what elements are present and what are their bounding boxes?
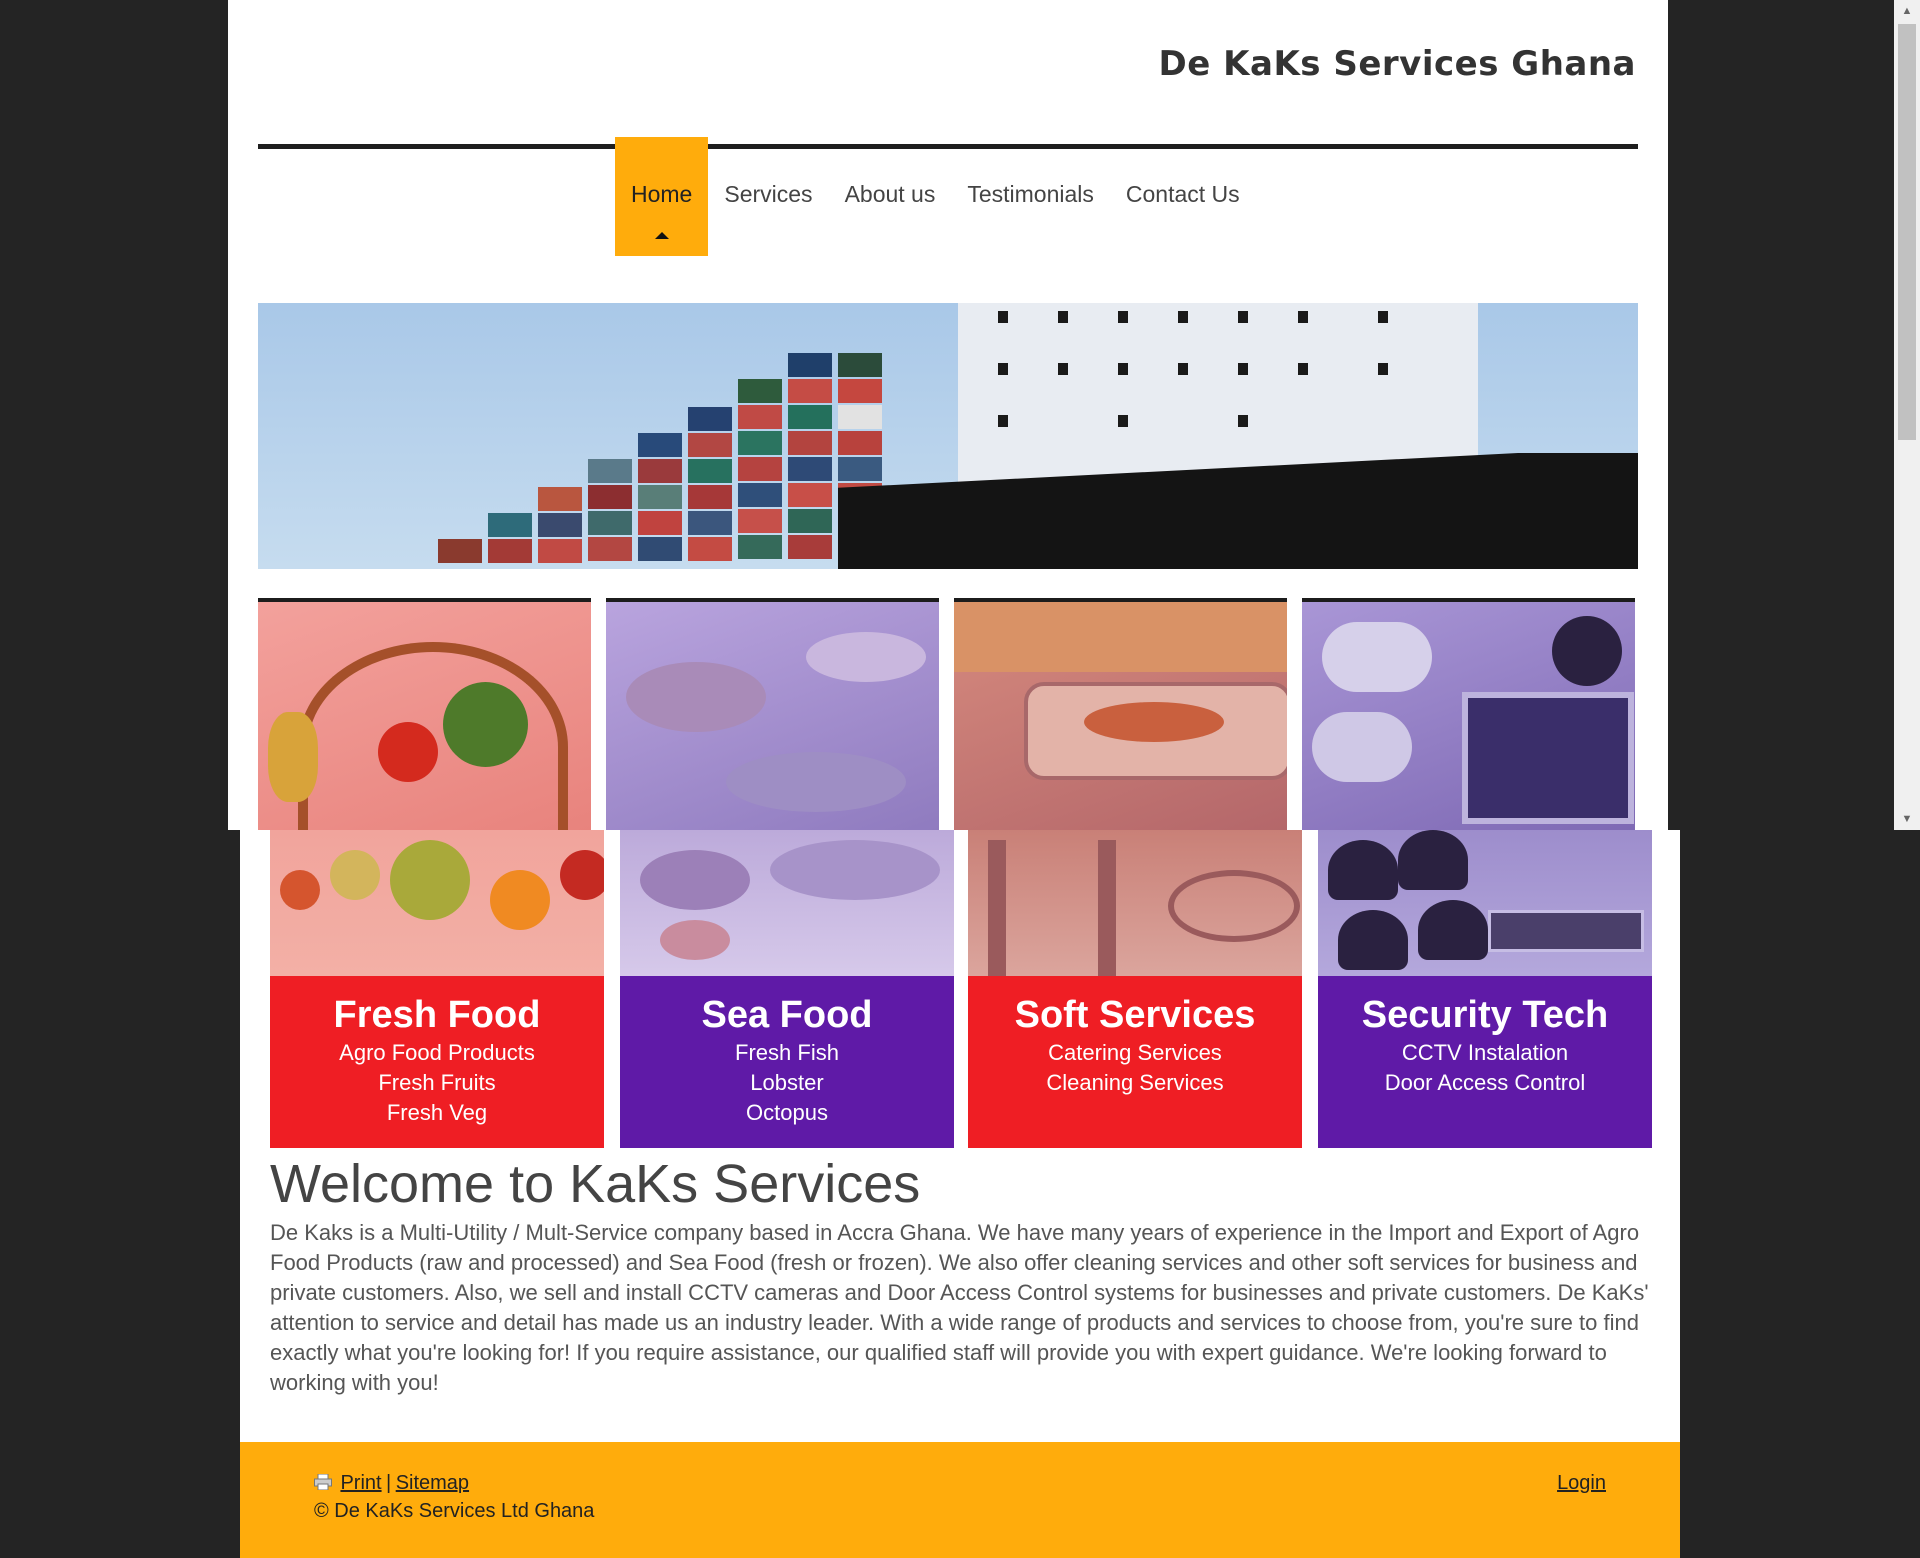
tile-security-tech-image-top [1302, 598, 1635, 830]
tile-security-tech-title: Security Tech [1361, 994, 1609, 1036]
scroll-up-arrow-icon[interactable]: ▲ [1894, 0, 1920, 22]
footer-links: Print | Sitemap [314, 1472, 469, 1495]
nav-home-label: Home [631, 181, 693, 207]
tile-fresh-food-title: Fresh Food [333, 994, 541, 1036]
tile-sea-food-title: Sea Food [701, 994, 873, 1036]
nav-contact-label: Contact Us [1125, 181, 1240, 207]
tile-fresh-food-line: Fresh Fruits [378, 1070, 496, 1095]
footer: Print | Sitemap © De KaKs Services Ltd G… [240, 1442, 1680, 1558]
vertical-scrollbar[interactable]: ▲ ▼ [1894, 0, 1920, 830]
tile-soft-services[interactable]: Soft Services Catering Services Cleaning… [968, 976, 1302, 1148]
tile-fresh-food-line: Agro Food Products [339, 1040, 535, 1065]
login-link[interactable]: Login [1557, 1472, 1606, 1495]
nav-testimonials-label: Testimonials [967, 181, 1094, 207]
tile-security-tech[interactable]: Security Tech CCTV Instalation Door Acce… [1318, 976, 1652, 1148]
tile-soft-services-image-bottom [968, 830, 1302, 976]
tile-fresh-food[interactable]: Fresh Food Agro Food Products Fresh Frui… [270, 976, 604, 1148]
nav-services-label: Services [724, 181, 813, 207]
page-lower: Fresh Food Agro Food Products Fresh Frui… [240, 830, 1680, 1558]
tile-soft-services-line: Cleaning Services [1046, 1070, 1224, 1095]
tile-sea-food-line: Lobster [750, 1070, 824, 1095]
nav-testimonials[interactable]: Testimonials [951, 137, 1110, 256]
nav-services[interactable]: Services [708, 137, 828, 256]
tile-soft-services-title: Soft Services [1014, 994, 1256, 1036]
copyright-text: © De KaKs Services Ltd Ghana [314, 1500, 595, 1522]
tile-sea-food-image-bottom [620, 830, 954, 976]
tile-sea-food-line: Octopus [746, 1100, 828, 1125]
tile-fresh-food-line: Fresh Veg [386, 1100, 488, 1125]
footer-separator: | [386, 1472, 392, 1494]
nav-about-label: About us [844, 181, 936, 207]
nav-about-us[interactable]: About us [829, 137, 952, 256]
tile-security-tech-line: CCTV Instalation [1401, 1040, 1569, 1065]
scroll-down-arrow-icon[interactable]: ▼ [1894, 808, 1920, 830]
sitemap-link[interactable]: Sitemap [396, 1472, 469, 1494]
printer-icon[interactable] [314, 1473, 332, 1491]
tile-security-tech-line: Door Access Control [1384, 1070, 1586, 1095]
tile-security-tech-image-bottom [1318, 830, 1652, 976]
scrollbar-thumb[interactable] [1898, 24, 1916, 440]
tile-soft-services-image-top [954, 598, 1287, 830]
caret-up-icon [654, 232, 669, 239]
nav-contact-us[interactable]: Contact Us [1110, 137, 1256, 256]
hero-banner-ship-image [258, 303, 1638, 569]
tile-soft-services-line: Catering Services [1048, 1040, 1222, 1065]
tile-fresh-food-image-bottom [270, 830, 604, 976]
nav-home[interactable]: Home [615, 137, 709, 256]
welcome-heading: Welcome to KaKs Services [270, 1154, 921, 1214]
tile-fresh-food-image-top [258, 598, 591, 830]
main-nav: Home Services About us Testimonials Cont… [615, 137, 1256, 256]
tile-sea-food-image-top [606, 598, 939, 830]
tile-sea-food[interactable]: Sea Food Fresh Fish Lobster Octopus [620, 976, 954, 1148]
page-viewport: De KaKs Services Ghana Home Services Abo… [228, 0, 1668, 830]
tile-sea-food-line: Fresh Fish [735, 1040, 839, 1065]
intro-paragraph: De Kaks is a Multi-Utility / Mult-Servic… [270, 1220, 1649, 1395]
print-link[interactable]: Print [340, 1472, 381, 1494]
site-title: De KaKs Services Ghana [1158, 44, 1636, 84]
